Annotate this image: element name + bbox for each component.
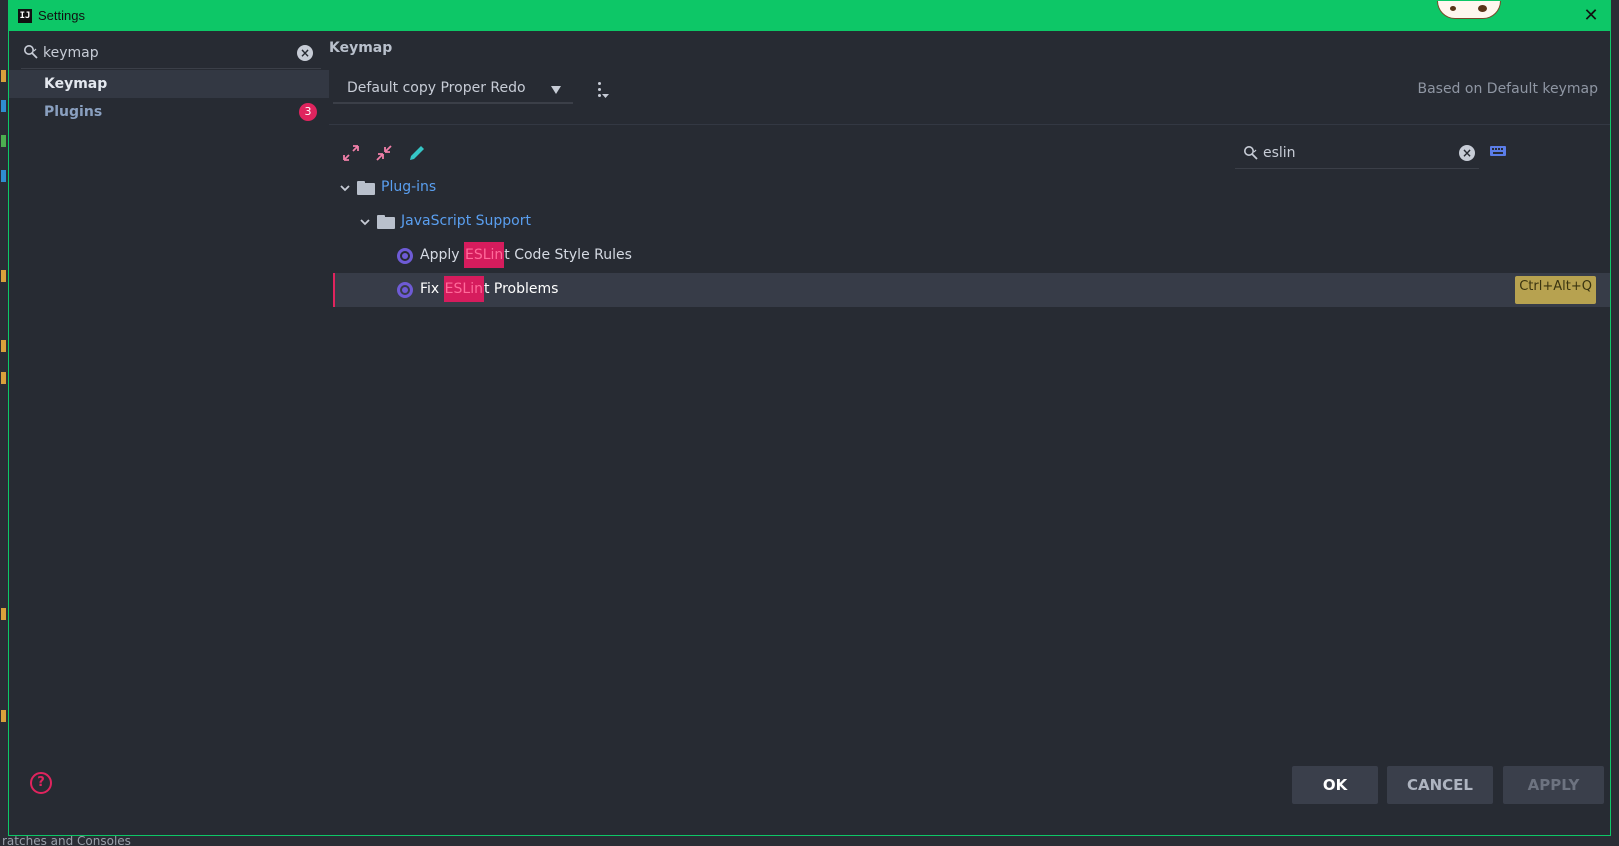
action-label-prefix: Apply: [420, 247, 464, 263]
settings-sidebar: × Keymap Plugins 3 ?: [9, 31, 329, 835]
action-label-suffix: t Problems: [483, 281, 559, 297]
sidebar-item-label: Plugins: [44, 104, 103, 120]
action-search: ×: [1235, 137, 1479, 169]
background-bottom-text: ratches and Consoles: [2, 836, 131, 846]
keymap-panel: Keymap Default copy Proper Redo Based on…: [329, 31, 1610, 835]
action-icon: [397, 248, 413, 264]
settings-search-input[interactable]: [43, 42, 283, 64]
clear-search-icon[interactable]: ×: [297, 45, 313, 61]
find-by-shortcut-keyboard-icon[interactable]: [1489, 144, 1507, 158]
sidebar-item-label: Keymap: [44, 76, 108, 92]
expand-all-icon[interactable]: [340, 142, 362, 164]
sidebar-item-plugins[interactable]: Plugins 3: [9, 98, 329, 126]
ok-button[interactable]: OK: [1292, 766, 1378, 804]
keymap-dropdown[interactable]: Default copy Proper Redo: [333, 74, 573, 104]
edit-pencil-icon[interactable]: [406, 142, 428, 164]
page-title: Keymap: [329, 40, 393, 56]
action-label: Apply ESLint Code Style Rules: [420, 242, 632, 268]
sidebar-item-keymap[interactable]: Keymap: [9, 70, 329, 98]
tree-node-javascript-support[interactable]: JavaScript Support: [333, 205, 1610, 239]
action-icon: [397, 282, 413, 298]
background-ide-right-edge: [1611, 0, 1619, 846]
collapse-all-icon[interactable]: [373, 142, 395, 164]
intellij-app-icon: IJ: [18, 9, 32, 23]
settings-search: ×: [21, 39, 321, 69]
action-label-prefix: Fix: [420, 281, 444, 297]
title-bar: IJ Settings ✕: [9, 1, 1610, 31]
apply-button[interactable]: APPLY: [1503, 766, 1604, 804]
clear-search-icon[interactable]: ×: [1459, 145, 1475, 161]
tree-node-label: JavaScript Support: [401, 213, 531, 229]
chevron-down-icon[interactable]: [359, 216, 371, 228]
cancel-button[interactable]: CANCEL: [1387, 766, 1493, 804]
folder-icon: [377, 215, 395, 229]
window-title: Settings: [38, 8, 85, 23]
action-search-input[interactable]: [1263, 142, 1443, 164]
divider: [329, 124, 1610, 125]
search-match-highlight: ESLin: [443, 276, 484, 302]
plugins-count-badge: 3: [299, 103, 317, 121]
keymap-dropdown-value: Default copy Proper Redo: [347, 80, 526, 96]
action-label: Fix ESLint Problems: [420, 276, 559, 302]
search-icon: [24, 45, 38, 59]
chevron-down-icon[interactable]: [339, 182, 351, 194]
close-window-button[interactable]: ✕: [1580, 5, 1602, 27]
keymap-options-menu-icon[interactable]: [593, 79, 613, 101]
action-row-fix-eslint[interactable]: Fix ESLint Problems Ctrl+Alt+Q: [333, 273, 1610, 307]
search-match-highlight: ESLin: [463, 242, 505, 268]
chevron-down-icon: [551, 86, 561, 94]
tree-node-label: Plug-ins: [381, 179, 437, 195]
background-ide-bottom: ratches and Consoles: [0, 836, 1619, 846]
search-icon: [1244, 146, 1258, 160]
mascot-sticker-icon: [1437, 1, 1501, 19]
folder-icon: [357, 181, 375, 195]
action-row-apply-eslint[interactable]: Apply ESLint Code Style Rules: [333, 239, 1610, 273]
based-on-label: Based on Default keymap: [1417, 81, 1598, 97]
help-button[interactable]: ?: [30, 772, 52, 794]
settings-dialog: IJ Settings ✕ × Keymap Plugins 3 ? Keyma…: [8, 0, 1611, 836]
shortcut-badge: Ctrl+Alt+Q: [1515, 276, 1596, 304]
tree-node-plug-ins[interactable]: Plug-ins: [333, 171, 1610, 205]
action-label-suffix: t Code Style Rules: [504, 247, 632, 263]
background-ide-left-edge: [0, 0, 8, 846]
